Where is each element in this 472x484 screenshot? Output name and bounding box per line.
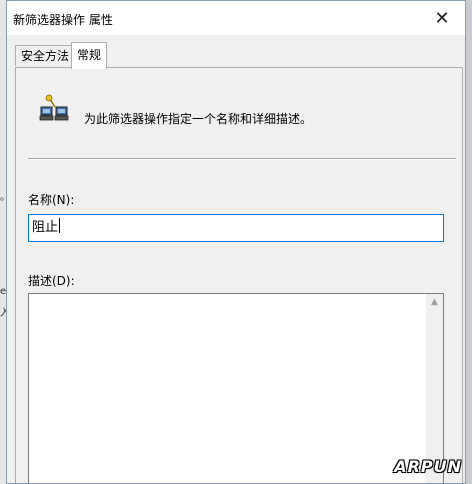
properties-dialog: 新筛选器操作 属性 ✕ 安全方法 常规 为此筛选器操作指定一个名称和详细描述。 … [6,0,466,484]
divider [28,158,456,160]
watermark-logo: ARPUN [394,457,462,476]
vertical-scrollbar[interactable]: ▲ [426,294,443,483]
description-label: 描述(D): [28,274,75,288]
page-description: 为此筛选器操作指定一个名称和详细描述。 [84,112,313,126]
name-value: 阻止 [32,220,59,235]
description-field[interactable]: ▲ [28,293,444,483]
scroll-up-arrow-icon[interactable]: ▲ [426,294,443,311]
general-tab-panel: 为此筛选器操作指定一个名称和详细描述。 名称(N): 阻止 描述(D): ▲ [15,67,463,483]
tab-security-methods[interactable]: 安全方法 [15,45,76,66]
name-field[interactable]: 阻止 [28,214,444,242]
close-button[interactable]: ✕ [419,1,465,35]
tab-label: 常规 [77,48,102,62]
window-title: 新筛选器操作 属性 [13,13,113,27]
tab-general[interactable]: 常规 [71,42,108,69]
close-icon: ✕ [434,7,450,29]
tab-label: 安全方法 [21,49,70,63]
name-label: 名称(N): [28,193,75,207]
text-caret [59,218,61,233]
filter-computers-icon [39,94,69,121]
title-bar[interactable]: 新筛选器操作 属性 ✕ [7,1,465,35]
